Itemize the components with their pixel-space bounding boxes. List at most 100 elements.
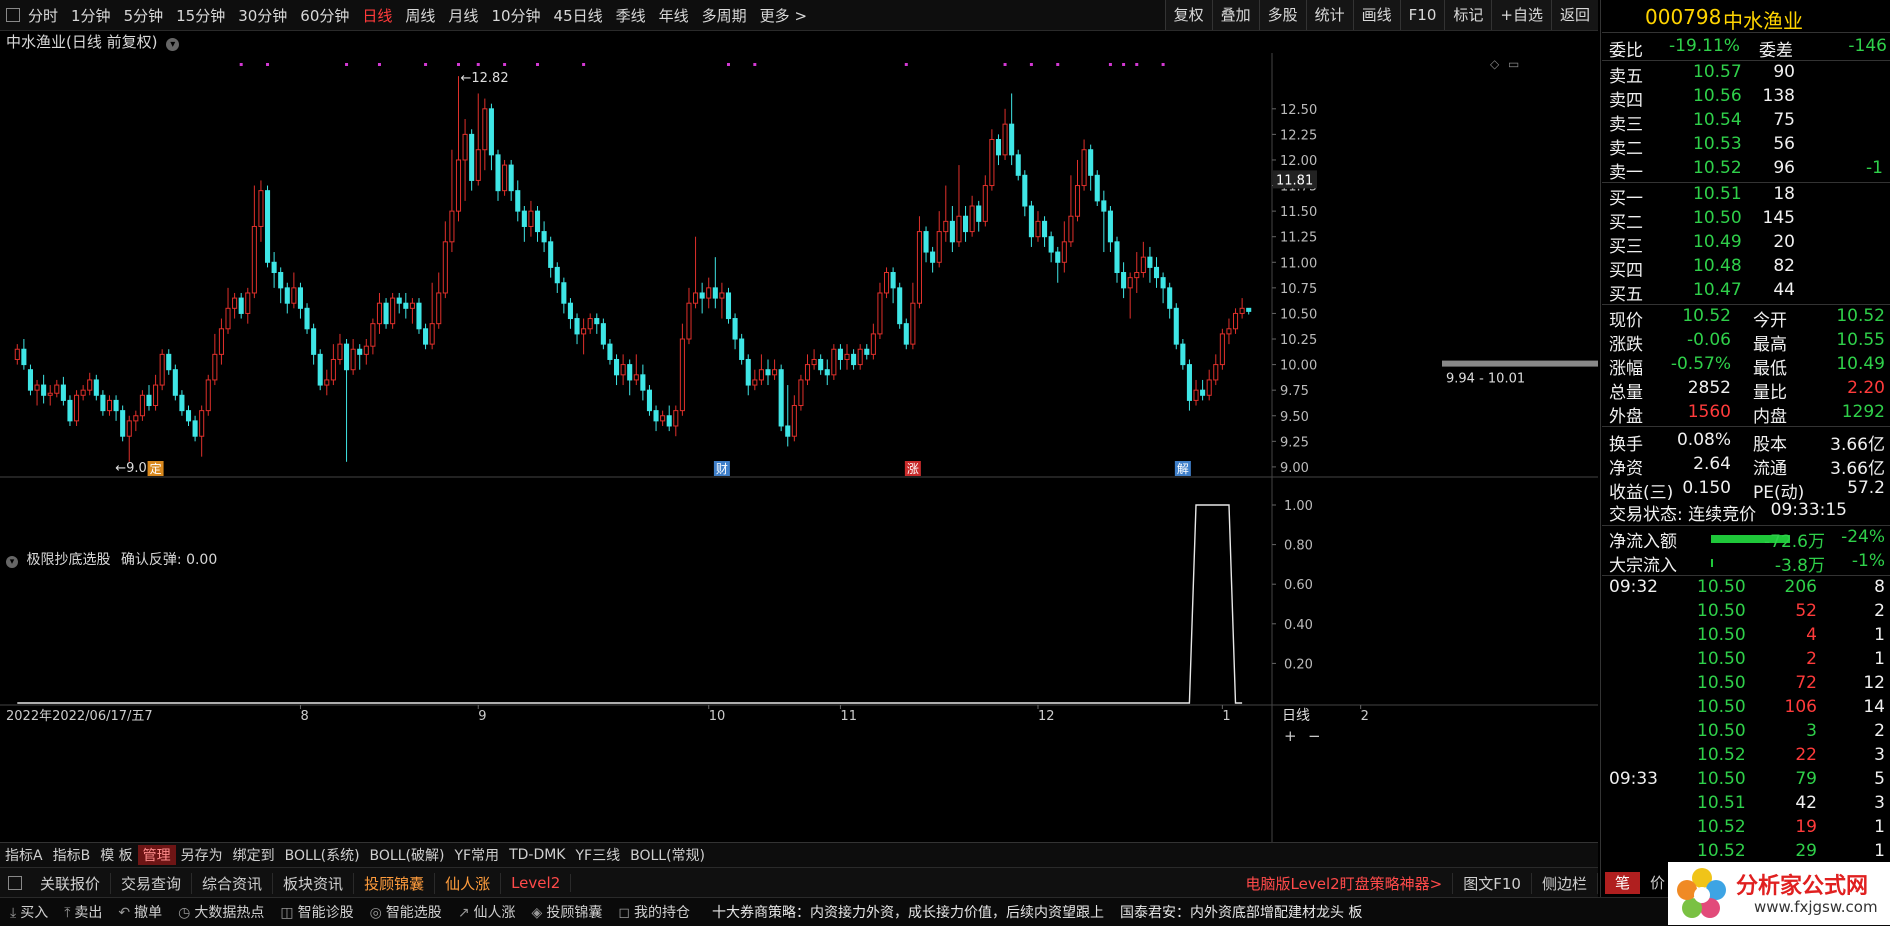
candle-body[interactable] bbox=[883, 272, 890, 294]
candle-body[interactable] bbox=[34, 384, 40, 391]
candle-body[interactable] bbox=[752, 379, 758, 386]
candle-body[interactable] bbox=[185, 410, 192, 422]
period-11[interactable]: 季线 bbox=[616, 5, 646, 26]
candle-body[interactable] bbox=[943, 220, 949, 233]
period-4[interactable]: 30分钟 bbox=[238, 5, 287, 26]
candle-body[interactable] bbox=[739, 338, 745, 360]
candle-body[interactable] bbox=[370, 323, 376, 347]
indicator-tab-11[interactable]: BOLL(常规) bbox=[625, 845, 710, 865]
candle-body[interactable] bbox=[1160, 277, 1166, 289]
period-9[interactable]: 10分钟 bbox=[491, 5, 540, 26]
candle-body[interactable] bbox=[225, 307, 231, 330]
candle-body[interactable] bbox=[1206, 379, 1212, 396]
restore-icon[interactable]: ▭ bbox=[1508, 57, 1519, 71]
tool-button-2[interactable]: 多股 bbox=[1258, 0, 1306, 30]
candle-body[interactable] bbox=[1153, 266, 1160, 279]
candle-body[interactable] bbox=[837, 348, 843, 360]
candle-body[interactable] bbox=[798, 379, 804, 407]
link-right-1[interactable]: 图文F10 bbox=[1453, 872, 1532, 894]
candle-body[interactable] bbox=[146, 394, 152, 407]
candle-body[interactable] bbox=[541, 231, 547, 243]
candle-body[interactable] bbox=[324, 379, 330, 386]
period-0[interactable]: 分时 bbox=[28, 5, 58, 26]
link-right-0[interactable]: 电脑版Level2盯盘策略神器> bbox=[1236, 872, 1454, 894]
candle-body[interactable] bbox=[870, 333, 876, 355]
tool-button-5[interactable]: F10 bbox=[1399, 0, 1445, 30]
zoom-in-icon[interactable]: + bbox=[1284, 727, 1297, 745]
tool-button-6[interactable]: 标记 bbox=[1444, 0, 1492, 30]
candle-body[interactable] bbox=[436, 292, 442, 325]
candle-body[interactable] bbox=[153, 384, 159, 407]
candle-body[interactable] bbox=[1028, 205, 1034, 238]
candle-body[interactable] bbox=[1088, 149, 1094, 176]
candle-body[interactable] bbox=[1200, 389, 1206, 396]
candle-body[interactable] bbox=[633, 374, 639, 381]
candle-body[interactable] bbox=[403, 302, 409, 309]
period-2[interactable]: 5分钟 bbox=[124, 5, 164, 26]
status-button-5[interactable]: ◎ 智能选股 bbox=[370, 902, 442, 922]
candle-body[interactable] bbox=[693, 292, 699, 304]
candle-body[interactable] bbox=[660, 415, 666, 422]
candle-body[interactable] bbox=[1015, 154, 1021, 176]
candle-body[interactable] bbox=[851, 353, 857, 366]
candle-body[interactable] bbox=[357, 348, 363, 355]
candle-body[interactable] bbox=[278, 272, 284, 289]
dropdown-icon[interactable]: ▾ bbox=[166, 38, 180, 51]
candle-body[interactable] bbox=[567, 302, 573, 320]
candle-body[interactable] bbox=[416, 302, 422, 330]
candle-body[interactable] bbox=[607, 343, 613, 360]
candle-body[interactable] bbox=[304, 307, 310, 330]
period-12[interactable]: 年线 bbox=[659, 5, 689, 26]
candle-body[interactable] bbox=[613, 358, 620, 376]
candle-body[interactable] bbox=[344, 343, 350, 371]
candle-body[interactable] bbox=[811, 358, 817, 366]
period-7[interactable]: 周线 bbox=[405, 5, 435, 26]
status-button-7[interactable]: ◈ 投顾锦囊 bbox=[532, 902, 603, 922]
candle-body[interactable] bbox=[910, 302, 916, 345]
candle-body[interactable] bbox=[515, 190, 521, 212]
indicator-tab-8[interactable]: YF常用 bbox=[449, 845, 504, 865]
candle-body[interactable] bbox=[1232, 312, 1239, 330]
news-ticker[interactable]: 十大券商策略：内资接力外资，成长接力价值，后续内资望跟上 bbox=[712, 902, 1104, 922]
kline-chart[interactable]: 12.5012.2512.0011.7511.5011.2511.0010.75… bbox=[0, 30, 1598, 888]
detail-tab-0[interactable]: 笔 bbox=[1605, 872, 1641, 894]
period-14[interactable]: 更多 > bbox=[760, 5, 807, 26]
candle-body[interactable] bbox=[1121, 272, 1127, 289]
candle-body[interactable] bbox=[679, 338, 685, 412]
candle-body[interactable] bbox=[1219, 333, 1225, 366]
candle-body[interactable] bbox=[212, 353, 218, 381]
candle-body[interactable] bbox=[758, 369, 764, 381]
candle-body[interactable] bbox=[956, 215, 962, 243]
grid-icon[interactable] bbox=[8, 876, 22, 890]
status-button-1[interactable]: ⤒ 卖出 bbox=[64, 902, 102, 922]
candle-body[interactable] bbox=[179, 394, 185, 412]
candle-body[interactable] bbox=[60, 384, 66, 401]
candle-body[interactable] bbox=[1186, 364, 1192, 401]
candle-body[interactable] bbox=[1213, 364, 1219, 381]
candle-body[interactable] bbox=[1094, 174, 1100, 202]
candle-body[interactable] bbox=[113, 399, 119, 412]
candle-body[interactable] bbox=[976, 205, 982, 222]
candle-body[interactable] bbox=[449, 210, 455, 243]
candle-body[interactable] bbox=[903, 323, 909, 345]
candle-body[interactable] bbox=[47, 392, 53, 396]
candle-body[interactable] bbox=[673, 410, 679, 427]
candle-body[interactable] bbox=[264, 190, 271, 263]
candle-body[interactable] bbox=[409, 302, 415, 309]
status-button-3[interactable]: ◷ 大数据热点 bbox=[178, 902, 264, 922]
candle-body[interactable] bbox=[732, 318, 738, 340]
candle-body[interactable] bbox=[1002, 123, 1008, 156]
candle-body[interactable] bbox=[1140, 256, 1146, 274]
candle-body[interactable] bbox=[1068, 215, 1074, 243]
candle-body[interactable] bbox=[890, 272, 896, 289]
tool-button-0[interactable]: 复权 bbox=[1164, 0, 1212, 30]
candle-body[interactable] bbox=[67, 399, 73, 422]
candle-body[interactable] bbox=[350, 348, 356, 371]
candle-body[interactable] bbox=[989, 139, 995, 187]
candle-body[interactable] bbox=[41, 384, 47, 396]
candle-body[interactable] bbox=[923, 231, 929, 253]
candle-body[interactable] bbox=[508, 164, 514, 192]
candle-body[interactable] bbox=[528, 210, 534, 227]
candle-body[interactable] bbox=[791, 405, 797, 437]
candle-body[interactable] bbox=[712, 287, 718, 299]
